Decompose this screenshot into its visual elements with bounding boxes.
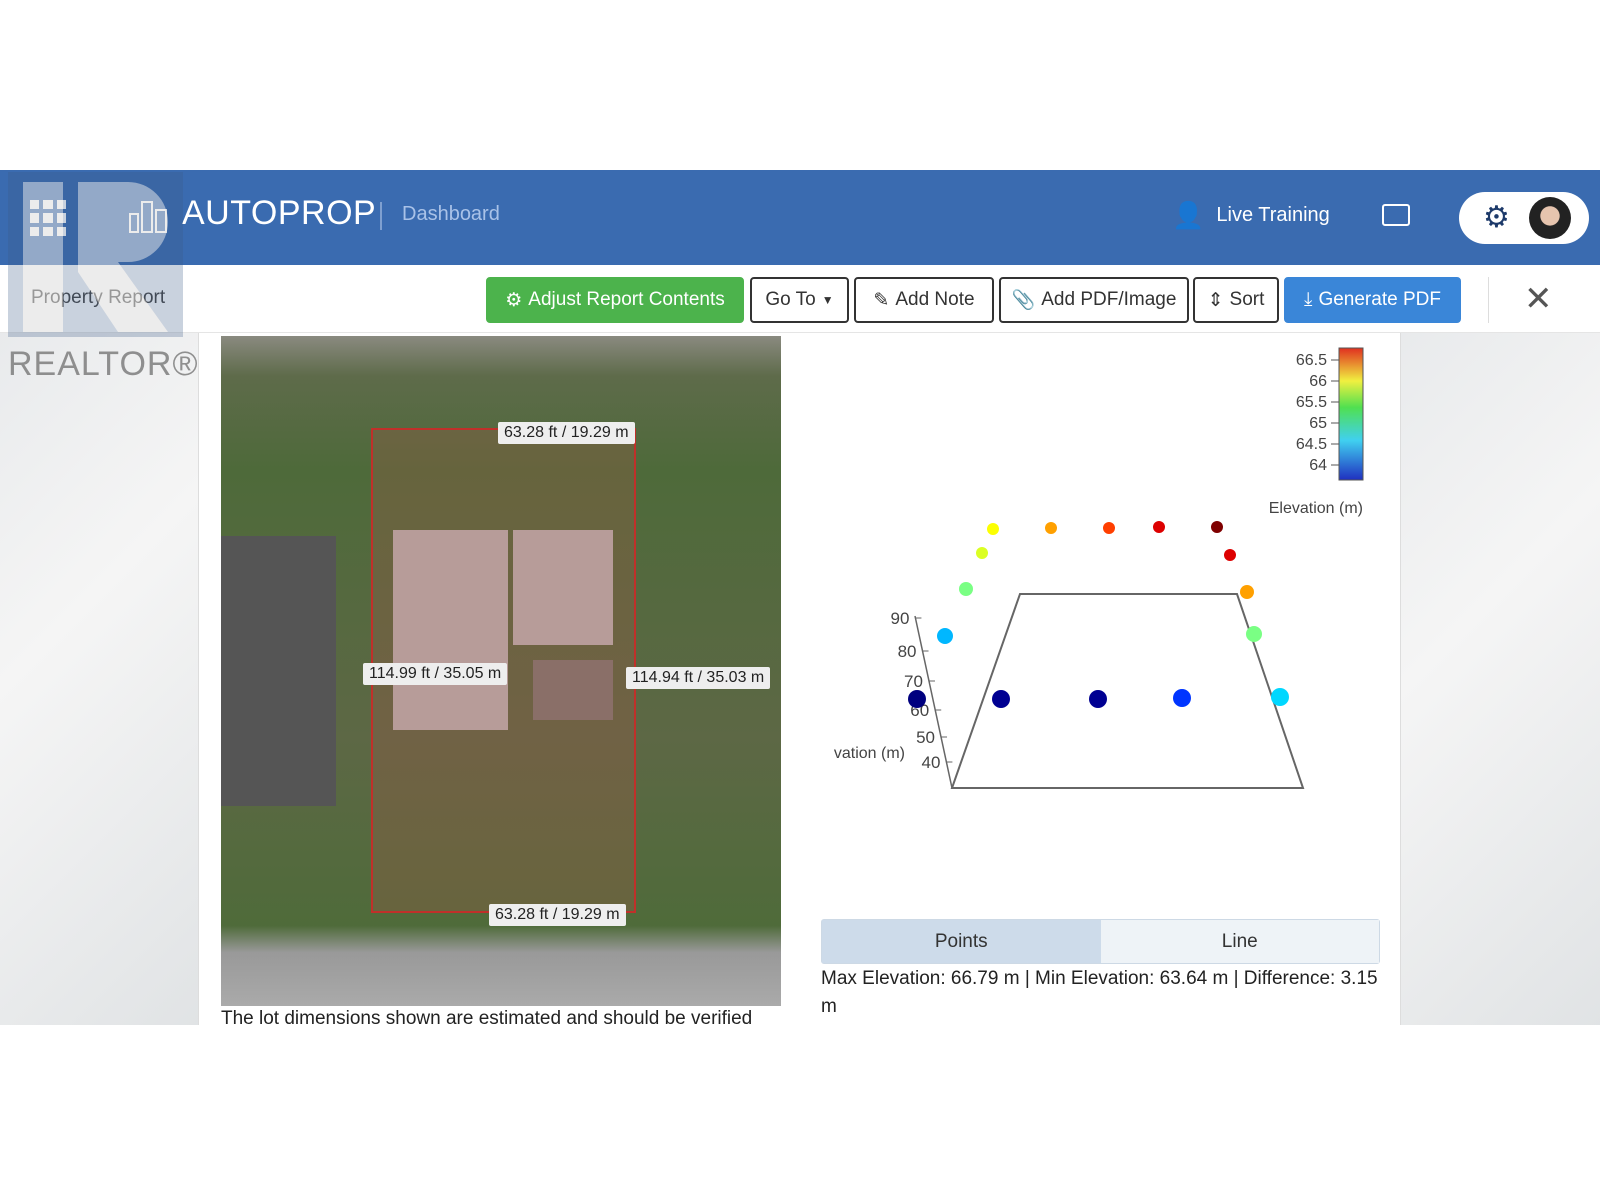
live-training-link[interactable]: 👤 Live Training <box>1172 200 1330 231</box>
elevation-point[interactable] <box>1153 521 1165 533</box>
add-note-button[interactable]: ✎ Add Note <box>854 277 994 323</box>
go-to-dropdown[interactable]: Go To ▼ <box>750 277 849 323</box>
elevation-point[interactable] <box>992 690 1010 708</box>
nav-dashboard-link[interactable]: Dashboard <box>402 203 500 226</box>
tab-points[interactable]: Points <box>822 920 1101 963</box>
elevation-point[interactable] <box>1224 549 1236 561</box>
colorbar-tick-label: 66 <box>1309 373 1327 390</box>
live-training-label: Live Training <box>1216 204 1330 226</box>
elevation-point[interactable] <box>1173 689 1191 707</box>
add-note-label: Add Note <box>895 289 975 310</box>
colorbar-label: Elevation (m) <box>1269 500 1363 517</box>
generate-pdf-button[interactable]: ⤓ Generate PDF <box>1284 277 1461 323</box>
elevation-stats: Max Elevation: 66.79 m | Min Elevation: … <box>821 968 1378 1017</box>
z-tick-label: 80 <box>898 642 917 661</box>
elevation-point[interactable] <box>1240 585 1254 599</box>
adjust-label: Adjust Report Contents <box>528 289 725 310</box>
z-axis-label: vation (m) <box>834 745 905 762</box>
caret-down-icon: ▼ <box>821 293 834 307</box>
z-tick-label: 40 <box>921 753 940 772</box>
elevation-point[interactable] <box>987 523 999 535</box>
elevation-point[interactable] <box>1271 688 1289 706</box>
close-icon[interactable]: ✕ <box>1524 279 1553 319</box>
realtor-watermark-logo <box>8 172 183 337</box>
elevation-3d-chart: 66.56665.56564.564 Elevation (m) 9080706… <box>834 347 1364 789</box>
elevation-point[interactable] <box>937 628 953 644</box>
realtor-watermark-text: REALTOR® <box>8 345 199 383</box>
gear-icon: ⚙ <box>505 289 523 311</box>
chart-mode-tabs: Points Line <box>821 919 1380 964</box>
trainer-icon: 👤 <box>1172 200 1205 230</box>
elevation-point[interactable] <box>1103 522 1115 534</box>
aerial-lot-image: 63.28 ft / 19.29 m 114.99 ft / 35.05 m 1… <box>221 336 781 1006</box>
adjust-report-contents-button[interactable]: ⚙ Adjust Report Contents <box>486 277 744 323</box>
add-pdf-label: Add PDF/Image <box>1041 289 1177 310</box>
elevation-point[interactable] <box>959 582 973 596</box>
lot-dimension-right: 114.94 ft / 35.03 m <box>626 667 771 689</box>
elevation-point[interactable] <box>1211 521 1223 533</box>
avatar[interactable] <box>1529 197 1571 239</box>
gear-icon[interactable]: ⚙ <box>1483 200 1510 235</box>
z-tick-label: 70 <box>904 672 923 691</box>
lot-dimension-bottom: 63.28 ft / 19.29 m <box>489 904 626 926</box>
elevation-point[interactable] <box>1246 626 1262 642</box>
elevation-point[interactable] <box>1089 690 1107 708</box>
colorbar-tick-label: 65.5 <box>1296 394 1327 411</box>
sort-button[interactable]: ⇕ Sort <box>1193 277 1279 323</box>
paperclip-icon: 📎 <box>1011 290 1036 311</box>
elevation-point[interactable] <box>1045 522 1057 534</box>
colorbar-tick-label: 64.5 <box>1296 436 1327 453</box>
elevation-point[interactable] <box>908 690 926 708</box>
elevation-point[interactable] <box>976 547 988 559</box>
top-navbar: AUTOPROP Dashboard 👤 Live Training ⚙ <box>0 170 1600 265</box>
sort-icon: ⇕ <box>1207 289 1224 311</box>
colorbar-tick-label: 66.5 <box>1296 352 1327 369</box>
edit-icon: ✎ <box>873 289 890 311</box>
folder-icon[interactable] <box>1382 204 1410 226</box>
report-toolbar: Property Report ⚙Adjust Report Contents … <box>0 265 1600 333</box>
add-pdf-image-button[interactable]: 📎 Add PDF/Image <box>999 277 1189 323</box>
map-background-left <box>0 333 198 1025</box>
lot-dimension-top: 63.28 ft / 19.29 m <box>498 422 635 444</box>
tab-line[interactable]: Line <box>1100 920 1379 963</box>
generate-label: Generate PDF <box>1318 289 1441 310</box>
sort-label: Sort <box>1229 289 1265 310</box>
colorbar-tick-label: 65 <box>1309 415 1327 432</box>
brand-name[interactable]: AUTOPROP <box>182 194 376 233</box>
map-background-right <box>1401 333 1600 1025</box>
goto-label: Go To <box>765 289 816 310</box>
colorbar <box>1338 347 1364 481</box>
divider <box>380 202 382 230</box>
neighbor-roof <box>221 536 336 806</box>
user-menu[interactable]: ⚙ <box>1459 192 1589 244</box>
download-icon: ⤓ <box>1304 289 1313 310</box>
z-tick-label: 90 <box>891 609 910 628</box>
z-tick-label: 50 <box>916 728 935 747</box>
lot-dimension-left: 114.99 ft / 35.05 m <box>363 663 508 685</box>
divider <box>1488 277 1489 323</box>
colorbar-tick-label: 64 <box>1309 457 1327 474</box>
lot-caption: The lot dimensions shown are estimated a… <box>221 1008 753 1029</box>
